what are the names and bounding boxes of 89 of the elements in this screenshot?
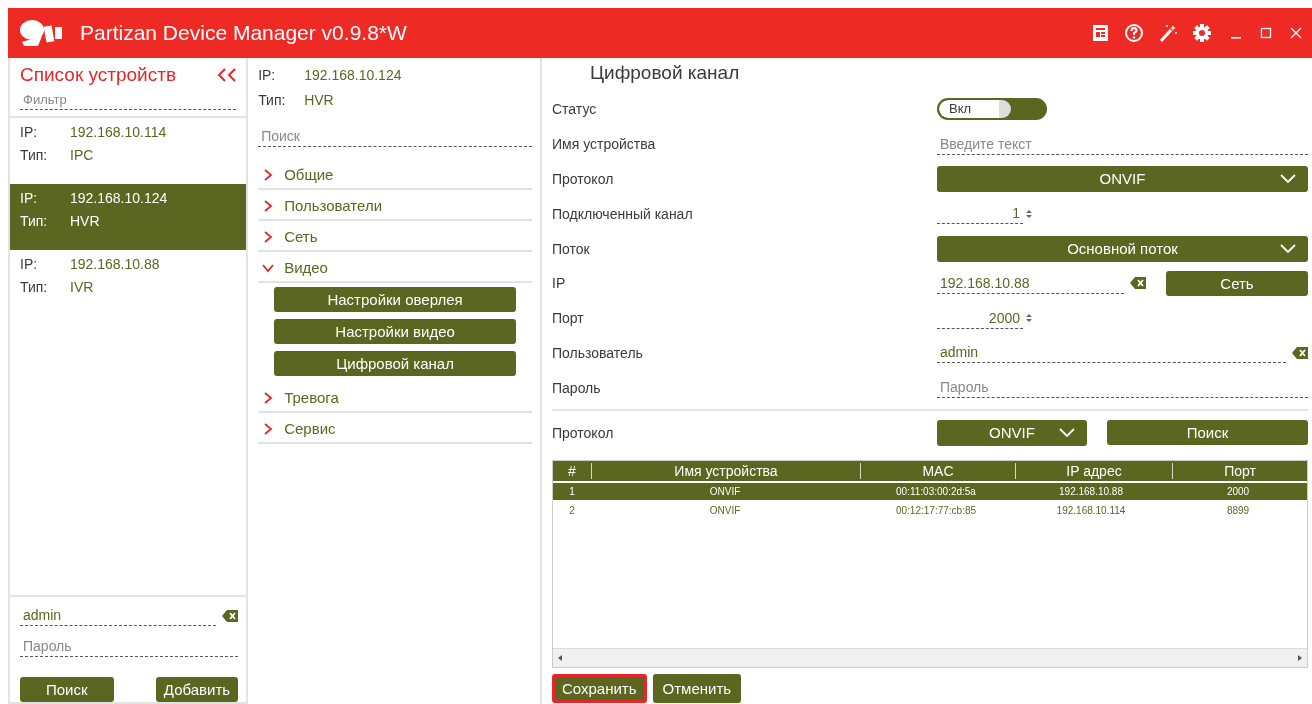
- filter-field[interactable]: Фильтр: [20, 90, 237, 110]
- type-label: Тип:: [20, 278, 49, 295]
- window-title: Partizan Device Manager v0.9.8*W: [80, 21, 407, 45]
- collapse-icon[interactable]: [216, 67, 239, 83]
- ip-value: 192.168.10.88: [70, 255, 160, 272]
- text-field[interactable]: Введите текст: [937, 133, 1308, 155]
- ip-label: IP:: [20, 255, 39, 272]
- caret-icon: [1280, 174, 1296, 184]
- column-header[interactable]: #: [553, 462, 592, 479]
- table-row[interactable]: 1 ONVIF 00:11:03:00:2d:5a 192.168.10.88 2000: [553, 482, 1307, 500]
- field-label: Порт: [552, 310, 585, 327]
- device-item[interactable]: IP: 192.168.10.88 Тип: IVR: [10, 250, 247, 316]
- clear-icon[interactable]: [1130, 277, 1146, 290]
- column-header[interactable]: Имя устройства: [592, 462, 861, 479]
- section-title: Цифровой канал: [589, 61, 741, 85]
- save-button[interactable]: Сохранить: [552, 673, 647, 703]
- column-header[interactable]: Порт: [1173, 462, 1307, 479]
- field-label: Протокол: [552, 424, 615, 441]
- dropdown[interactable]: ONVIF: [937, 419, 1087, 446]
- spinner-icon[interactable]: [1025, 313, 1033, 324]
- ip-label: IP:: [20, 189, 39, 206]
- menu-item[interactable]: Сеть: [258, 221, 532, 252]
- chevron-icon: [262, 422, 275, 435]
- dropdown[interactable]: ONVIF: [937, 166, 1308, 192]
- submenu-button[interactable]: Настройки видео: [274, 319, 516, 344]
- ip-label: IP:: [258, 66, 277, 83]
- field-label: Пароль: [552, 379, 602, 396]
- text-field[interactable]: 192.168.10.88: [937, 272, 1124, 294]
- field-label: Пользователь: [552, 344, 644, 361]
- maximize-icon[interactable]: [1260, 27, 1272, 39]
- column-header[interactable]: MAC: [861, 462, 1016, 479]
- caret-icon: [1059, 427, 1075, 438]
- submenu-button[interactable]: Настройки оверлея: [274, 287, 516, 312]
- status-toggle[interactable]: Вкл: [937, 98, 1047, 121]
- field-label: Статус: [552, 101, 598, 118]
- type-label: Тип:: [20, 146, 49, 163]
- field-label: IP: [552, 275, 567, 292]
- submenu-button[interactable]: Цифровой канал: [274, 351, 516, 376]
- field-label: Подключенный канал: [552, 205, 694, 222]
- panel-title: Список устройств: [20, 64, 177, 86]
- cancel-button[interactable]: Отменить: [652, 673, 742, 703]
- magic-wand-icon[interactable]: [1158, 23, 1178, 43]
- chevron-icon: [262, 199, 275, 212]
- text-field[interactable]: Пароль: [937, 377, 1308, 399]
- chevron-icon: [262, 168, 275, 181]
- dropdown[interactable]: Основной поток: [937, 235, 1308, 262]
- number-field[interactable]: 1: [937, 203, 1023, 225]
- ip-value: 192.168.10.114: [70, 123, 167, 140]
- settings-icon[interactable]: [1192, 23, 1212, 43]
- menu-item[interactable]: Сервис: [258, 413, 532, 444]
- type-value: HVR: [70, 212, 100, 229]
- ip-value: 192.168.10.124: [70, 189, 168, 206]
- horizontal-scrollbar[interactable]: [553, 647, 1307, 667]
- username-field[interactable]: admin: [20, 605, 217, 626]
- clear-icon[interactable]: [222, 609, 239, 622]
- help-icon[interactable]: [1124, 23, 1144, 43]
- field-label: Протокол: [552, 171, 615, 187]
- type-label: Тип:: [20, 212, 49, 229]
- spinner-icon[interactable]: [1025, 208, 1033, 219]
- clear-icon[interactable]: [1292, 346, 1308, 359]
- type-value: HVR: [304, 91, 334, 108]
- menu-item[interactable]: Пользователи: [258, 190, 532, 221]
- type-value: IPC: [70, 146, 94, 163]
- ip-value: 192.168.10.124: [304, 66, 402, 83]
- type-label: Тип:: [258, 91, 287, 108]
- close-icon[interactable]: [1290, 27, 1302, 39]
- device-item[interactable]: IP: 192.168.10.114 Тип: IPC: [10, 118, 247, 184]
- chevron-icon: [262, 391, 275, 404]
- number-field[interactable]: 2000: [937, 307, 1023, 329]
- caret-icon: [1280, 243, 1296, 254]
- table-row[interactable]: 2 ONVIF 00:12:17:77:cb:85 192.168.10.114 8899: [553, 501, 1307, 519]
- field-label: Имя устройства: [552, 136, 657, 153]
- field-label: Поток: [552, 240, 591, 257]
- chevron-icon: [262, 230, 275, 243]
- column-header[interactable]: IP адрес: [1016, 462, 1173, 479]
- add-button[interactable]: Добавить: [155, 677, 239, 702]
- device-item[interactable]: IP: 192.168.10.124 Тип: HVR: [10, 184, 247, 250]
- type-value: IVR: [70, 278, 94, 295]
- search-field[interactable]: Поиск: [258, 126, 532, 147]
- network-button[interactable]: Сеть: [1166, 270, 1308, 296]
- ip-label: IP:: [20, 123, 39, 140]
- search-button[interactable]: Поиск: [1107, 420, 1308, 446]
- text-field[interactable]: admin: [937, 342, 1286, 364]
- menu-item[interactable]: Тревога: [258, 382, 532, 413]
- password-field[interactable]: Пароль: [20, 636, 239, 657]
- search-button[interactable]: Поиск: [20, 677, 114, 702]
- menu-item[interactable]: Видео: [258, 252, 532, 283]
- menu-item[interactable]: Общие: [258, 159, 532, 190]
- document-icon[interactable]: [1090, 23, 1110, 43]
